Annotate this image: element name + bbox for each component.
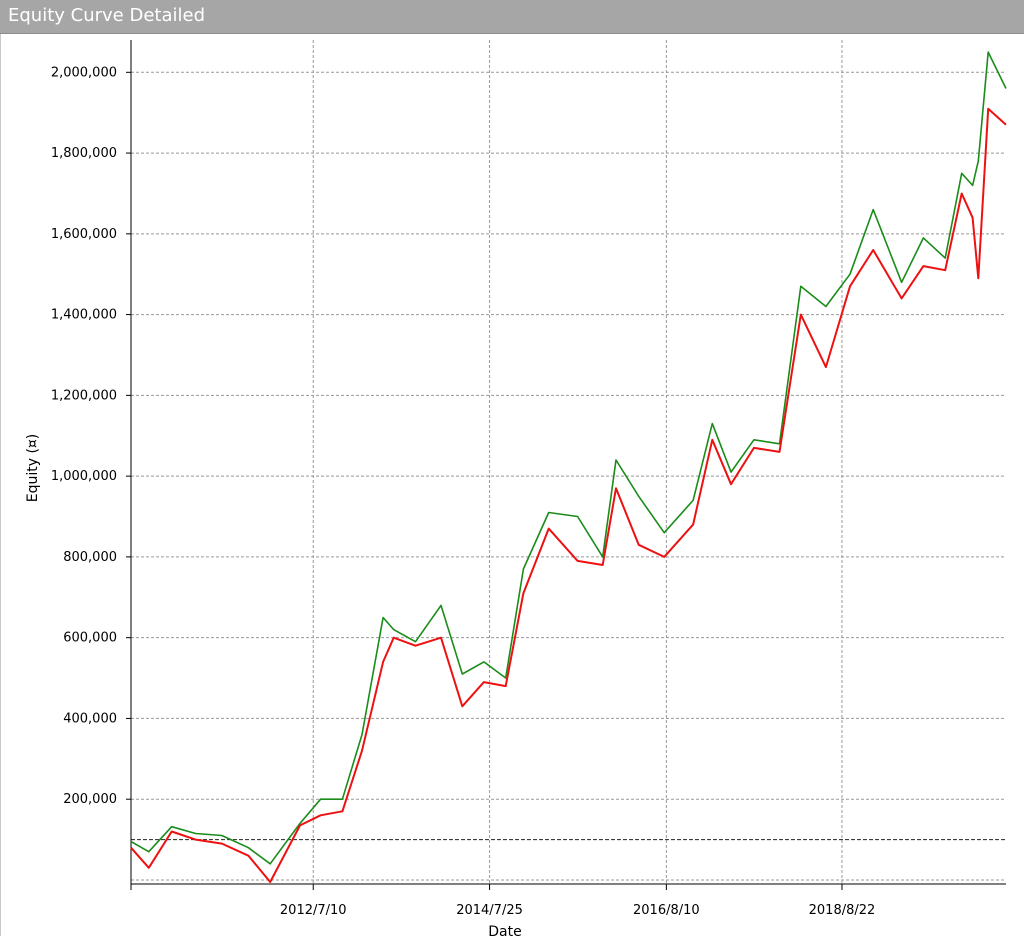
x-axis-ticks: 2012/7/10 2014/7/25 2016/8/10 2018/8/22	[280, 884, 875, 918]
chart-series	[130, 51, 1007, 883]
y-axis-label: Equity (¤)	[25, 434, 41, 503]
x-tick-label: 2012/7/10	[280, 903, 347, 918]
series-line-close	[130, 107, 1007, 883]
y-tick-label: 1,600,000	[51, 227, 117, 242]
grid-lines	[131, 40, 1006, 884]
chart-axes	[130, 40, 1006, 890]
y-tick-label: 200,000	[63, 792, 117, 807]
x-tick-label: 2014/7/25	[456, 903, 523, 918]
y-tick-label: 2,000,000	[51, 65, 117, 80]
equity-chart: 200,000 400,000 600,000 800,000 1,000,000 1,2…	[25, 40, 1007, 936]
y-tick-label: 800,000	[63, 550, 117, 565]
y-tick-label: 1,800,000	[51, 146, 117, 161]
y-tick-label: 400,000	[63, 711, 117, 726]
y-tick-label: 1,200,000	[51, 388, 117, 403]
x-tick-label: 2018/8/22	[809, 903, 876, 918]
y-axis-ticks: 200,000 400,000 600,000 800,000 1,000,000 1,2…	[51, 65, 131, 807]
x-axis-label: Date	[488, 924, 521, 936]
y-tick-label: 600,000	[63, 631, 117, 646]
x-tick-label: 2016/8/10	[633, 903, 700, 918]
series-line-high	[130, 51, 1007, 865]
y-tick-label: 1,400,000	[51, 308, 117, 323]
y-tick-label: 1,000,000	[51, 469, 117, 484]
